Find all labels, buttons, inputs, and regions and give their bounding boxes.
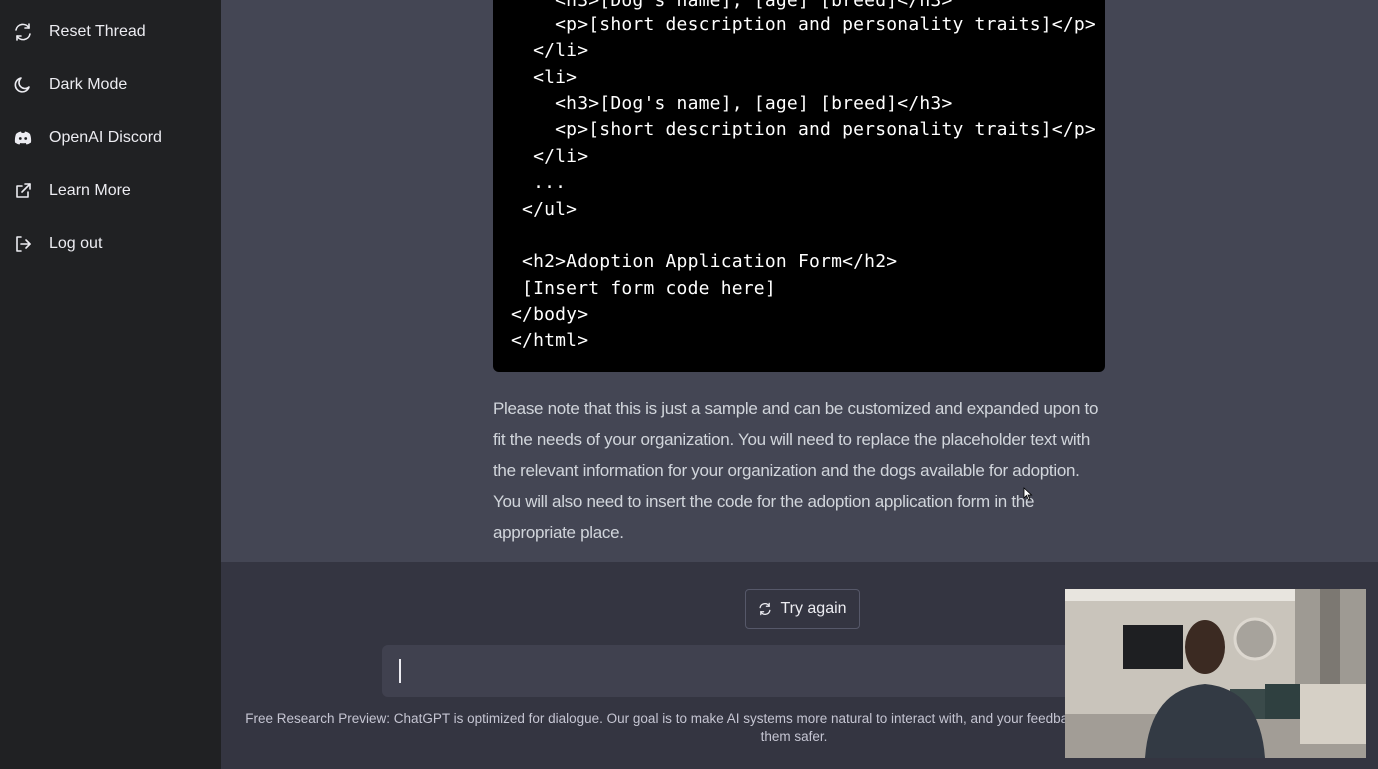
code-line: <h3>[Dog's name], [age] [breed]</h3> (511, 93, 953, 114)
discord-icon (14, 131, 32, 145)
code-line: <p>[short description and personality tr… (511, 14, 1096, 35)
refresh-icon (15, 23, 31, 41)
answer-text: Please note that this is just a sample a… (493, 399, 1099, 542)
webcam-overlay (1065, 589, 1366, 758)
sidebar-item-label: OpenAI Discord (49, 129, 162, 146)
sidebar: Reset Thread Dark Mode OpenAI Discord Le… (0, 0, 221, 769)
message-input[interactable] (382, 645, 1102, 697)
code-line: </body> (511, 304, 589, 325)
code-line: </li> (511, 146, 589, 167)
sidebar-item-label: Reset Thread (49, 23, 146, 40)
sidebar-item-log-out[interactable]: Log out (0, 222, 221, 266)
sidebar-item-learn-more[interactable]: Learn More (0, 169, 221, 213)
external-link-icon (16, 183, 31, 198)
code-line: </ul> (511, 199, 578, 220)
code-line: </html> (511, 330, 589, 351)
code-line: <p>[short description and personality tr… (511, 119, 1096, 140)
sidebar-item-label: Dark Mode (49, 76, 128, 93)
sidebar-item-label: Learn More (49, 182, 131, 199)
try-again-label: Try again (780, 600, 847, 617)
code-line: </li> (511, 40, 589, 61)
sidebar-item-label: Log out (49, 235, 103, 252)
assistant-message: <h3>[Dog's name], [age] [breed]</h3> <p>… (221, 0, 1378, 562)
moon-icon (14, 77, 30, 93)
code-line: <h2>Adoption Application Form</h2> (511, 251, 898, 272)
logout-icon (16, 236, 31, 252)
code-line: ... (511, 172, 567, 193)
try-again-button[interactable]: Try again (745, 589, 860, 629)
code-line: [Insert form code here] (511, 278, 776, 299)
sidebar-item-openai-discord[interactable]: OpenAI Discord (0, 116, 221, 160)
text-caret (399, 659, 401, 683)
code-block: <h3>[Dog's name], [age] [breed]</h3> <p>… (493, 0, 1105, 372)
sidebar-item-dark-mode[interactable]: Dark Mode (0, 63, 221, 107)
code-line: <li> (511, 67, 578, 88)
sidebar-item-reset-thread[interactable]: Reset Thread (0, 10, 221, 54)
mouse-cursor-icon (1023, 487, 1033, 501)
webcam-video-image (1065, 589, 1366, 758)
refresh-icon (759, 602, 771, 616)
